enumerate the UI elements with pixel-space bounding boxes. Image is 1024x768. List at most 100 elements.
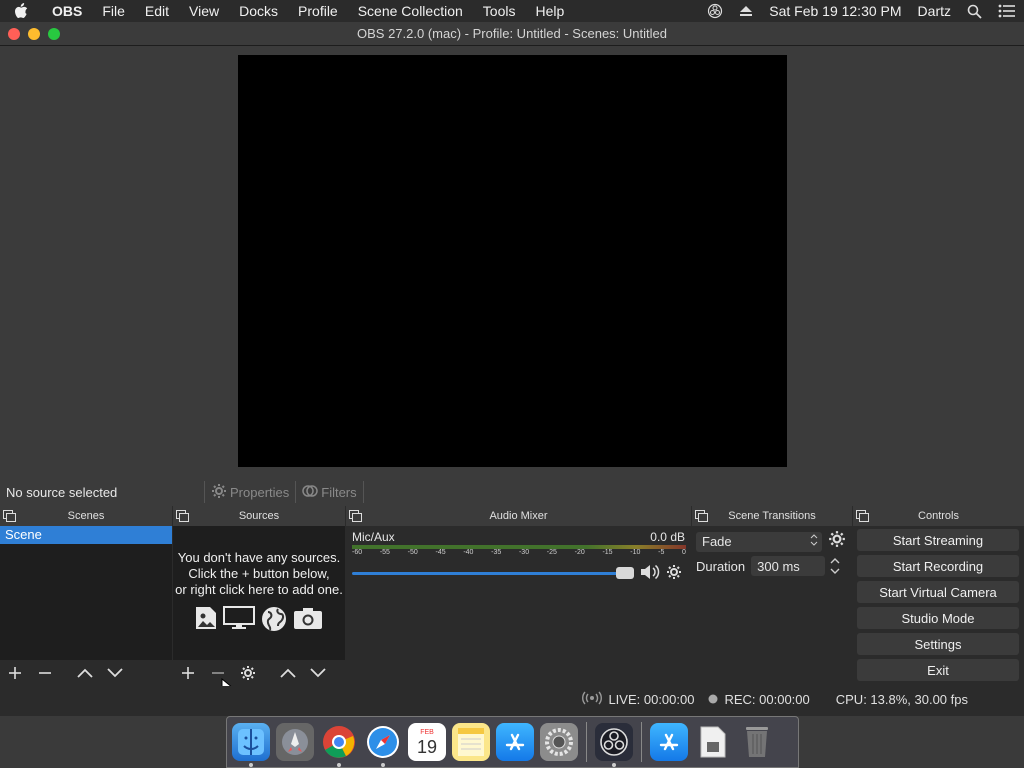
float-dock-icon[interactable]: [349, 510, 362, 525]
add-source-button[interactable]: [173, 661, 203, 685]
system-preferences-icon[interactable]: [540, 723, 578, 761]
no-source-selected-label: No source selected: [6, 484, 118, 500]
meter-tick: -40: [463, 549, 474, 556]
meter-tick: -55: [379, 549, 390, 556]
sources-empty-line: You don't have any sources.: [177, 550, 341, 565]
remove-scene-button[interactable]: [30, 661, 60, 685]
safari-icon[interactable]: [364, 723, 402, 767]
obs-status-icon[interactable]: [707, 3, 723, 19]
exit-button[interactable]: Exit: [857, 659, 1019, 681]
transition-select[interactable]: Fade: [696, 531, 822, 552]
speaker-icon[interactable]: [640, 564, 660, 583]
app-store-downloads-icon[interactable]: [650, 723, 688, 761]
duration-row: Duration 300 ms: [696, 556, 841, 576]
controls-dock: Controls Start Streaming Start Recording…: [853, 506, 1024, 686]
camera-icon: [293, 606, 323, 637]
updown-chevron-icon: [810, 534, 818, 549]
duration-label: Duration: [696, 558, 746, 574]
float-dock-icon[interactable]: [695, 510, 708, 525]
meter-tick: -35: [491, 549, 502, 556]
float-dock-icon[interactable]: [3, 510, 16, 525]
audio-mixer-dock-header[interactable]: Audio Mixer: [346, 506, 691, 526]
menu-view[interactable]: View: [179, 3, 229, 19]
menu-profile[interactable]: Profile: [288, 3, 348, 19]
move-source-down-button[interactable]: [303, 661, 333, 685]
transition-gear-icon[interactable]: [828, 530, 846, 553]
calendar-icon[interactable]: FEB 19: [408, 723, 446, 761]
meter-tick: -45: [435, 549, 446, 556]
settings-button[interactable]: Settings: [857, 633, 1019, 655]
audio-mixer-body: Mic/Aux 0.0 dB -60 -55 -50 -45 -40 -35 -…: [346, 526, 691, 686]
finder-icon[interactable]: [232, 723, 270, 767]
source-type-icons: [173, 606, 345, 637]
meter-tick: -30: [518, 549, 530, 556]
chrome-icon[interactable]: [320, 723, 358, 767]
spotlight-search-icon[interactable]: [967, 4, 982, 19]
window-titlebar[interactable]: OBS 27.2.0 (mac) - Profile: Untitled - S…: [0, 22, 1024, 46]
sources-list[interactable]: You don't have any sources. Click the + …: [173, 526, 345, 660]
menu-app-obs[interactable]: OBS: [44, 3, 92, 19]
dock-separator: [586, 722, 587, 762]
scene-transitions-dock-header[interactable]: Scene Transitions: [692, 506, 852, 526]
trash-icon[interactable]: [738, 723, 776, 761]
running-indicator: [381, 763, 385, 767]
transition-select-row: Fade: [696, 530, 846, 553]
minimize-window-button[interactable]: [28, 28, 40, 40]
eject-icon[interactable]: [739, 5, 753, 17]
start-streaming-button[interactable]: Start Streaming: [857, 529, 1019, 551]
menu-clock[interactable]: Sat Feb 19 12:30 PM: [769, 3, 901, 19]
menu-help[interactable]: Help: [525, 3, 574, 19]
transition-select-value: Fade: [702, 534, 732, 549]
start-recording-button[interactable]: Start Recording: [857, 555, 1019, 577]
studio-mode-button[interactable]: Studio Mode: [857, 607, 1019, 629]
audio-mixer-dock-title: Audio Mixer: [489, 510, 548, 522]
volume-slider-track[interactable]: [352, 572, 624, 575]
controls-dock-header[interactable]: Controls: [853, 506, 1024, 526]
menu-edit[interactable]: Edit: [135, 3, 179, 19]
menu-docks[interactable]: Docks: [229, 3, 288, 19]
duration-stepper[interactable]: [829, 556, 841, 576]
document-icon[interactable]: [694, 723, 732, 761]
scenes-dock-header[interactable]: Scenes: [0, 506, 172, 526]
start-virtual-camera-button[interactable]: Start Virtual Camera: [857, 581, 1019, 603]
launchpad-icon[interactable]: [276, 723, 314, 761]
sources-empty-line: or right click here to add one.: [175, 582, 343, 597]
volume-slider-handle[interactable]: [616, 567, 634, 579]
obs-app-icon[interactable]: [595, 723, 633, 767]
broadcast-icon: [582, 691, 603, 708]
meter-tick: -15: [602, 549, 613, 556]
scenes-list[interactable]: Scene: [0, 526, 172, 660]
mixer-gear-icon[interactable]: [666, 564, 682, 583]
move-source-up-button[interactable]: [273, 661, 303, 685]
add-scene-button[interactable]: [0, 661, 30, 685]
notification-center-icon[interactable]: [998, 4, 1016, 18]
app-store-icon[interactable]: [496, 723, 534, 761]
menu-bar: OBS File Edit View Docks Profile Scene C…: [0, 0, 1024, 22]
apple-icon[interactable]: [14, 3, 44, 19]
move-scene-down-button[interactable]: [100, 661, 130, 685]
float-dock-icon[interactable]: [176, 510, 189, 525]
duration-input[interactable]: 300 ms: [751, 556, 826, 576]
zoom-window-button[interactable]: [48, 28, 60, 40]
sources-dock-header[interactable]: Sources: [173, 506, 345, 526]
scene-transitions-dock-title: Scene Transitions: [728, 510, 816, 522]
close-window-button[interactable]: [8, 28, 20, 40]
float-dock-icon[interactable]: [856, 510, 869, 525]
menu-tools[interactable]: Tools: [473, 3, 526, 19]
rec-timer: REC: 00:00:00: [724, 691, 810, 707]
scene-item[interactable]: Scene: [0, 526, 172, 544]
audio-mixer-dock: Audio Mixer Mic/Aux 0.0 dB -60 -55 -50 -…: [346, 506, 691, 686]
running-indicator: [249, 763, 253, 767]
meter-ticks: -60 -55 -50 -45 -40 -35 -30 -25 -20 -15 …: [352, 549, 686, 559]
menu-scene-collection[interactable]: Scene Collection: [348, 3, 473, 19]
meter-tick: -25: [546, 549, 557, 556]
menu-user[interactable]: Dartz: [918, 3, 951, 19]
source-properties-gear-icon[interactable]: [233, 661, 263, 685]
move-scene-up-button[interactable]: [70, 661, 100, 685]
preview-canvas[interactable]: [238, 55, 787, 467]
properties-button[interactable]: Properties: [204, 481, 295, 503]
menu-file[interactable]: File: [92, 3, 135, 19]
notes-icon[interactable]: [452, 723, 490, 761]
calendar-month: FEB: [420, 728, 434, 736]
filters-button[interactable]: Filters: [295, 481, 364, 503]
